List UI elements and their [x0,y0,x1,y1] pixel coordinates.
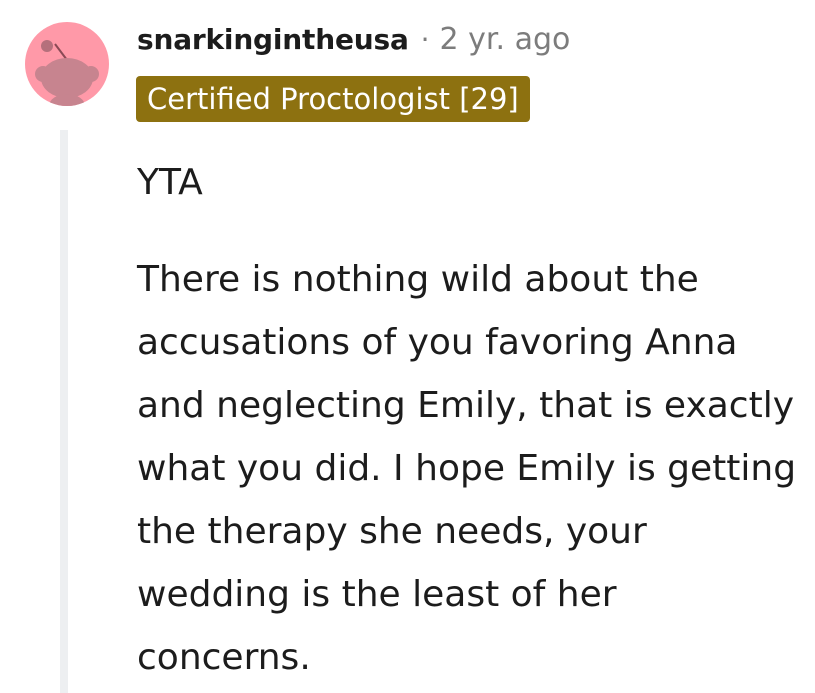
comment-paragraph: YTA [137,162,203,203]
comment-timestamp[interactable]: 2 yr. ago [440,22,571,57]
thread-collapse-line[interactable] [60,130,68,693]
comment-body: YTA There is nothing wild about the accu… [137,158,797,689]
comment-header: snarkingintheusa · 2 yr. ago [137,18,570,60]
user-avatar-icon[interactable] [25,22,109,106]
username-link[interactable]: snarkingintheusa [137,23,409,56]
meta-separator: · [420,22,430,56]
comment: snarkingintheusa · 2 yr. ago Certified P… [0,0,815,693]
comment-paragraph: There is nothing wild about the accusati… [137,259,797,678]
user-flair-badge: Certified Proctologist [29] [136,76,530,122]
